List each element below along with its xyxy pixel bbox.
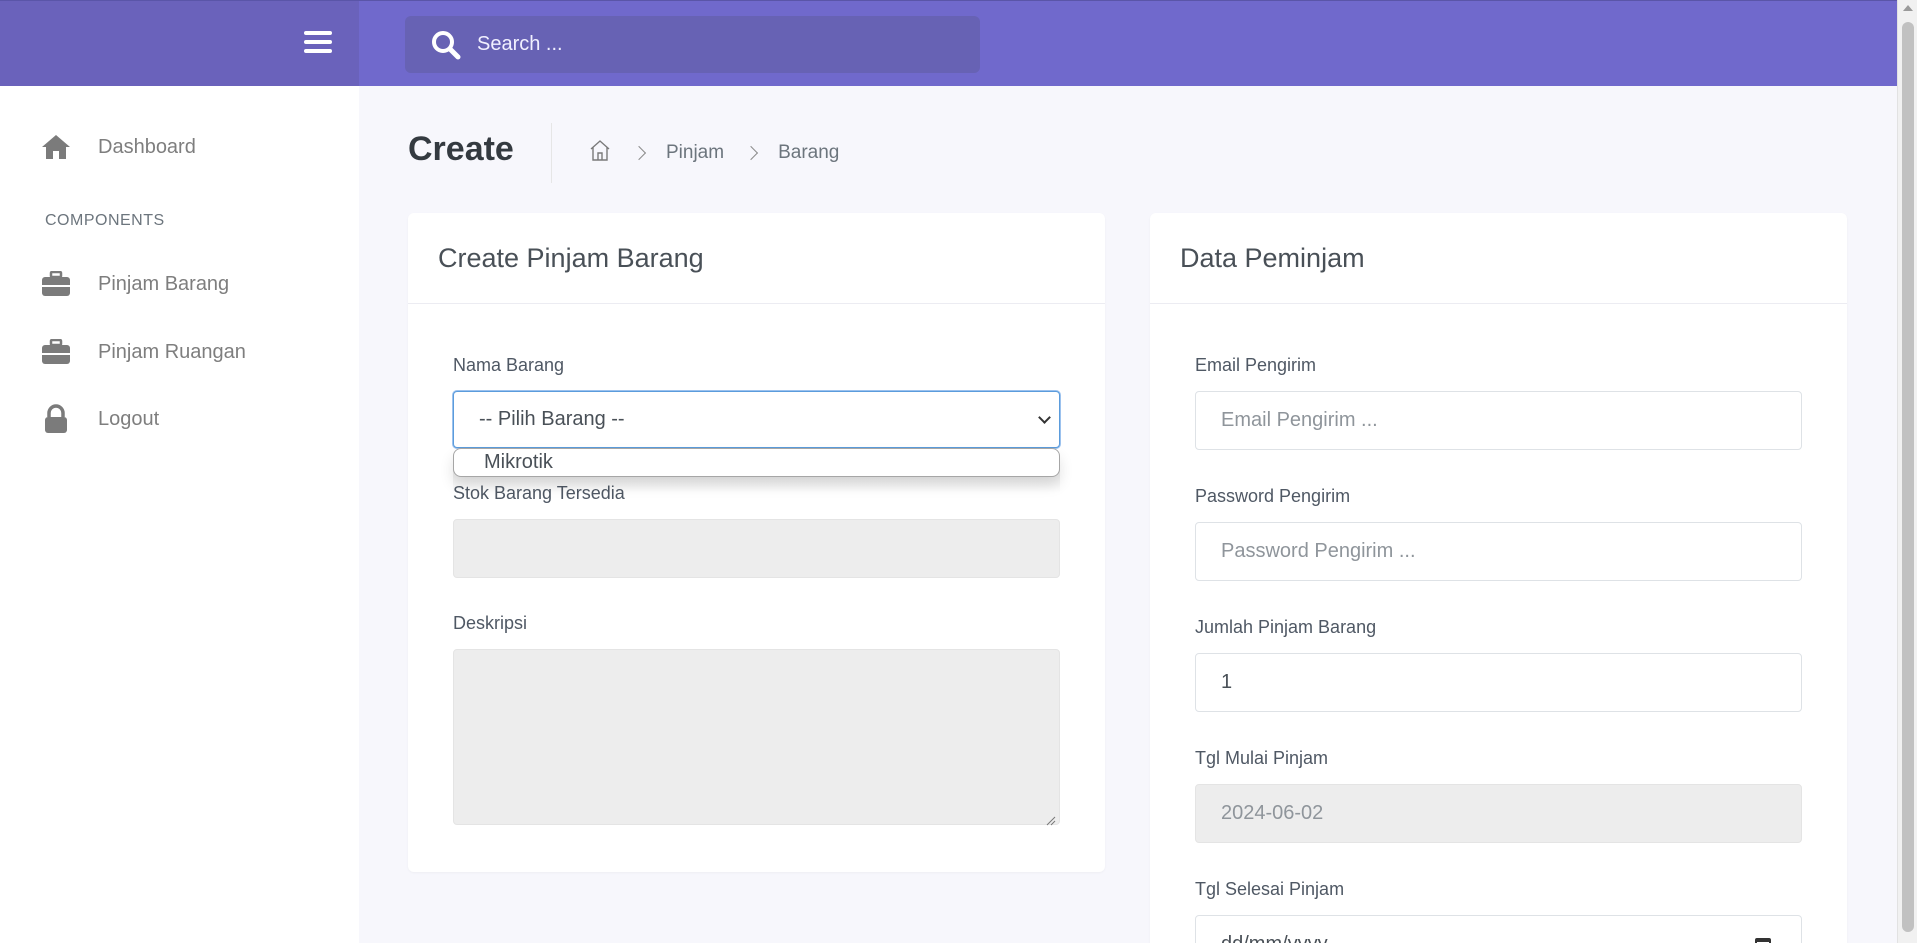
password-placeholder: Password Pengirim ... [1221, 540, 1416, 562]
breadcrumb-item-pinjam[interactable]: Pinjam [666, 142, 724, 164]
card-title: Data Peminjam [1150, 213, 1847, 304]
scrollbar-thumb[interactable] [1902, 22, 1914, 932]
deskripsi-textarea[interactable] [453, 649, 1060, 826]
sidebar: Dashboard COMPONENTS Pinjam Barang Pinja… [0, 86, 359, 943]
sidebar-item-label: Dashboard [98, 135, 196, 158]
nama-barang-select[interactable]: -- Pilih Barang -- [453, 391, 1060, 448]
breadcrumb-item-barang: Barang [778, 142, 840, 163]
briefcase-icon [40, 268, 72, 300]
lock-icon [40, 403, 72, 435]
email-label: Email Pengirim [1195, 355, 1317, 375]
nama-barang-label: Nama Barang [453, 355, 565, 375]
create-pinjam-barang-card: Create Pinjam Barang Nama Barang -- Pili… [408, 213, 1105, 872]
email-field[interactable]: Email Pengirim ... [1195, 391, 1802, 450]
select-value: -- Pilih Barang -- [479, 408, 625, 430]
breadcrumb-separator [744, 145, 759, 161]
home-outline-icon[interactable] [588, 138, 612, 168]
jumlah-label: Jumlah Pinjam Barang [1195, 617, 1377, 637]
tgl-mulai-label: Tgl Mulai Pinjam [1195, 748, 1329, 768]
search-box[interactable] [405, 16, 980, 73]
sidebar-item-label: Logout [98, 407, 160, 430]
scroll-up-arrow-icon[interactable] [1903, 5, 1913, 11]
sidebar-item-pinjam-ruangan[interactable]: Pinjam Ruangan [40, 332, 246, 372]
sidebar-item-dashboard[interactable]: Dashboard [40, 127, 196, 167]
resize-handle-icon[interactable] [1044, 809, 1056, 826]
tgl-mulai-value: 2024-06-02 [1221, 802, 1324, 824]
search-input[interactable] [477, 33, 957, 56]
sidebar-item-label: Pinjam Barang [98, 272, 230, 295]
email-placeholder: Email Pengirim ... [1221, 409, 1378, 431]
sidebar-item-logout[interactable]: Logout [40, 399, 159, 439]
card-title: Create Pinjam Barang [408, 213, 1105, 304]
data-peminjam-card: Data Peminjam Email Pengirim Email Pengi… [1150, 213, 1847, 943]
title-divider [551, 123, 552, 183]
top-navbar [0, 0, 1897, 87]
tgl-mulai-field: 2024-06-02 [1195, 784, 1802, 843]
dropdown-option-mikrotik[interactable]: Mikrotik [453, 448, 1060, 477]
tgl-selesai-label: Tgl Selesai Pinjam [1195, 879, 1345, 899]
deskripsi-label: Deskripsi [453, 613, 528, 633]
sidebar-section-heading: COMPONENTS [45, 212, 165, 229]
page-scrollbar[interactable] [1897, 0, 1917, 943]
breadcrumb-separator [631, 145, 647, 161]
password-label: Password Pengirim [1195, 486, 1351, 506]
password-field[interactable]: Password Pengirim ... [1195, 522, 1802, 581]
tgl-selesai-placeholder: dd/mm/yyyy [1221, 933, 1328, 943]
stok-label: Stok Barang Tersedia [453, 483, 625, 503]
page-title: Create [408, 130, 514, 168]
stok-field [453, 519, 1060, 578]
calendar-icon[interactable] [1755, 938, 1771, 943]
breadcrumb: Pinjam Barang [588, 138, 839, 168]
sidebar-item-label: Pinjam Ruangan [98, 340, 246, 363]
briefcase-icon [40, 336, 72, 368]
search-icon [429, 28, 463, 62]
chevron-down-icon [1038, 411, 1051, 424]
menu-toggle-icon[interactable] [304, 31, 332, 55]
jumlah-value: 1 [1221, 671, 1233, 693]
tgl-selesai-date-input[interactable]: dd/mm/yyyy [1195, 915, 1802, 943]
sidebar-item-pinjam-barang[interactable]: Pinjam Barang [40, 264, 229, 304]
home-icon [40, 131, 72, 163]
jumlah-input[interactable]: 1 [1195, 653, 1802, 712]
